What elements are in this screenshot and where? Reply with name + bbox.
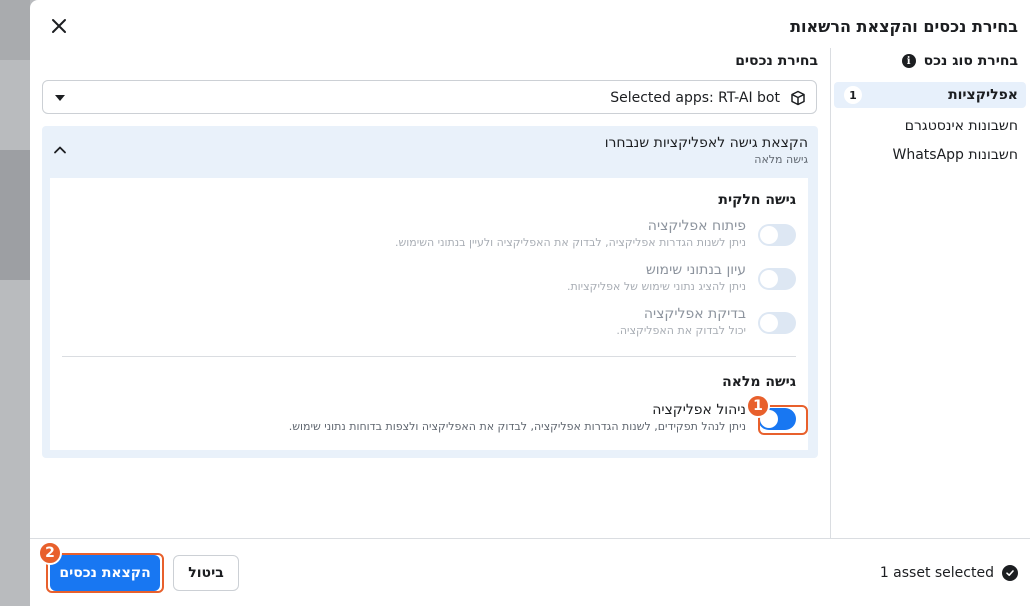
dialog-title: בחירת נכסים והקצאת הרשאות <box>790 17 1018 36</box>
permission-label: ניהול אפליקציה <box>652 402 746 418</box>
partial-access-title: גישה חלקית <box>718 192 796 208</box>
status-text: 1 asset selected <box>879 565 994 581</box>
toggle-develop-app[interactable] <box>758 224 796 246</box>
main-content: בחירת נכסים Selected apps: RT-AI bot הקצ… <box>42 48 818 538</box>
permission-description: ניתן לנהל תפקידים, לשנות הגדרות אפליקציה… <box>288 420 746 433</box>
full-access-title: גישה מלאה <box>722 374 796 390</box>
assign-assets-dialog: בחירת נכסים והקצאת הרשאות בחירת סוג נכס … <box>30 0 1030 606</box>
close-icon[interactable] <box>48 15 70 37</box>
permission-description: ניתן לשנות הגדרות אפליקציה, לבדוק את האפ… <box>394 236 746 249</box>
permission-label: עיון בנתוני שימוש <box>645 262 746 278</box>
asset-type-sidebar: בחירת סוג נכס i אפליקציות 1 חשבונות אינס… <box>830 48 1030 538</box>
sidebar-item-label: חשבונות WhatsApp <box>892 147 1018 163</box>
section-heading: בחירת נכסים <box>735 53 818 69</box>
divider <box>62 356 796 357</box>
sidebar-item-instagram[interactable]: חשבונות אינסטגרם <box>834 113 1026 139</box>
step-badge-2: 2 <box>38 541 62 565</box>
panel-subtitle: גישה מלאה <box>754 153 808 166</box>
backdrop-strip <box>0 0 30 60</box>
permission-label: בדיקת אפליקציה <box>643 306 746 322</box>
backdrop-strip <box>0 150 30 280</box>
permission-view-usage: עיון בנתוני שימוש ניתן להציג נתוני שימוש… <box>96 262 796 293</box>
chevron-down-icon <box>55 95 65 101</box>
permission-description: ניתן להציג נתוני שימוש של אפליקציות. <box>566 280 746 293</box>
permissions-list: גישה חלקית פיתוח אפליקציה ניתן לשנות הגד… <box>50 178 808 450</box>
selected-value: Selected apps: RT-AI bot <box>610 90 780 106</box>
cube-icon <box>791 90 805 106</box>
chevron-up-icon[interactable] <box>52 142 68 158</box>
dialog-footer: 1 asset selected ביטול הקצאת נכסים 2 <box>30 538 1030 606</box>
step-badge-1: 1 <box>746 394 770 418</box>
sidebar-heading-label: בחירת סוג נכס <box>923 53 1018 69</box>
permission-label: פיתוח אפליקציה <box>647 218 746 234</box>
toggle-test-app[interactable] <box>758 312 796 334</box>
info-icon[interactable]: i <box>901 54 916 68</box>
sidebar-item-whatsapp[interactable]: חשבונות WhatsApp <box>834 142 1026 168</box>
count-badge: 1 <box>844 86 862 104</box>
annotation-highlight <box>46 553 164 593</box>
sidebar-item-label: חשבונות אינסטגרם <box>904 118 1018 134</box>
panel-title: הקצאת גישה לאפליקציות שנבחרו <box>604 135 808 151</box>
asset-selector-dropdown[interactable]: Selected apps: RT-AI bot <box>42 80 817 114</box>
sidebar-item-label: אפליקציות <box>948 87 1018 103</box>
check-circle-icon <box>1002 565 1018 581</box>
selection-status: 1 asset selected <box>880 565 1018 581</box>
permission-description: יכול לבדוק את האפליקציה. <box>616 324 746 337</box>
access-panel-header[interactable]: הקצאת גישה לאפליקציות שנבחרו גישה מלאה <box>42 126 818 176</box>
access-panel: הקצאת גישה לאפליקציות שנבחרו גישה מלאה ג… <box>42 126 818 458</box>
permission-test-app: בדיקת אפליקציה יכול לבדוק את האפליקציה. <box>96 306 796 337</box>
permission-manage-app: ניהול אפליקציה ניתן לנהל תפקידים, לשנות … <box>96 402 796 433</box>
cancel-button[interactable]: ביטול <box>173 555 239 591</box>
permission-develop-app: פיתוח אפליקציה ניתן לשנות הגדרות אפליקצי… <box>96 218 796 249</box>
sidebar-heading: בחירת סוג נכס i <box>901 53 1018 69</box>
sidebar-item-apps[interactable]: אפליקציות 1 <box>834 82 1026 108</box>
toggle-view-usage[interactable] <box>758 268 796 290</box>
